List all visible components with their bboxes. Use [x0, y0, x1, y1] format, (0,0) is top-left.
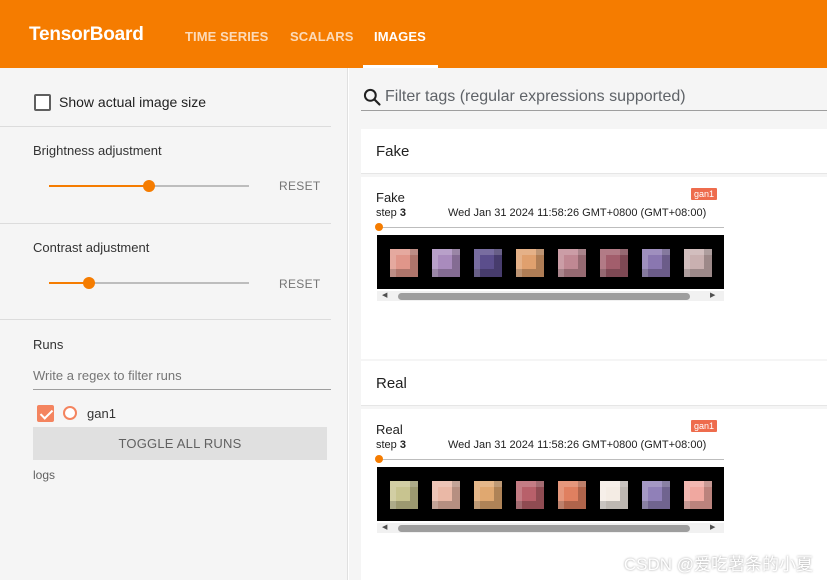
- brand-logo[interactable]: TensorBoard: [29, 24, 144, 46]
- image-thumbnail: [432, 481, 460, 509]
- group-title: Fake: [376, 143, 410, 160]
- image-thumbnail: [474, 481, 502, 509]
- brightness-reset-button[interactable]: RESET: [279, 179, 321, 193]
- group-title: Real: [376, 375, 407, 392]
- image-thumbnail: [516, 249, 544, 277]
- show-actual-size-checkbox[interactable]: [34, 94, 51, 111]
- card-tag: Real: [376, 422, 403, 437]
- timestamp: Wed Jan 31 2024 11:58:26 GMT+0800 (GMT+0…: [448, 207, 707, 219]
- image-thumbnail: [642, 481, 670, 509]
- app-bar: TensorBoard TIME SERIES SCALARS IMAGES: [0, 0, 827, 68]
- show-actual-size-label: Show actual image size: [59, 94, 207, 110]
- image-thumbnail: [684, 481, 712, 509]
- tag-filter-underline: [361, 110, 827, 111]
- search-icon: [363, 88, 381, 106]
- tag-filter-input[interactable]: Filter tags (regular expressions support…: [385, 88, 686, 106]
- brightness-slider-fill: [49, 185, 149, 187]
- card-tag: Fake: [376, 190, 405, 205]
- watermark: CSDN @爱吃薯条的小夏: [623, 555, 813, 574]
- contrast-label: Contrast adjustment: [33, 240, 150, 255]
- run-chip: gan1: [691, 420, 718, 432]
- run-chip: gan1: [691, 188, 718, 200]
- tab-time-series[interactable]: TIME SERIES: [185, 29, 268, 44]
- divider: [0, 126, 331, 127]
- image-thumbnail: [432, 249, 460, 277]
- image-strip[interactable]: [377, 235, 724, 289]
- timestamp: Wed Jan 31 2024 11:58:26 GMT+0800 (GMT+0…: [448, 439, 707, 451]
- step-slider-thumb[interactable]: [375, 223, 383, 231]
- step-readout: step 3: [376, 439, 406, 451]
- scroll-left-arrow-icon[interactable]: ◀: [382, 523, 387, 533]
- image-thumbnail: [390, 481, 418, 509]
- tab-images[interactable]: IMAGES: [374, 29, 426, 44]
- brightness-label: Brightness adjustment: [33, 143, 162, 158]
- scroll-right-arrow-icon[interactable]: ▶: [710, 523, 715, 533]
- image-thumbnail: [516, 481, 544, 509]
- image-thumbnail: [600, 249, 628, 277]
- divider: [0, 319, 331, 320]
- run-color-circle[interactable]: [63, 406, 77, 420]
- logdir-label: logs: [33, 468, 56, 482]
- scroll-right-arrow-icon[interactable]: ▶: [710, 291, 715, 301]
- run-filter-input[interactable]: Write a regex to filter runs: [33, 366, 331, 390]
- contrast-reset-button[interactable]: RESET: [279, 277, 321, 291]
- image-thumbnail: [474, 249, 502, 277]
- brightness-slider-thumb[interactable]: [143, 180, 155, 192]
- scroll-left-arrow-icon[interactable]: ◀: [382, 291, 387, 301]
- image-thumbnail: [642, 249, 670, 277]
- group-header-real[interactable]: Real: [361, 361, 827, 406]
- step-slider-track[interactable]: [378, 227, 724, 228]
- group-header-fake[interactable]: Fake: [361, 129, 827, 174]
- horizontal-scrollbar[interactable]: ◀ ▶: [377, 523, 724, 533]
- horizontal-scrollbar[interactable]: ◀ ▶: [377, 291, 724, 301]
- image-card-fake: Fake gan1 step 3 Wed Jan 31 2024 11:58:2…: [361, 177, 827, 359]
- image-thumbnail: [558, 481, 586, 509]
- image-strip[interactable]: [377, 467, 724, 521]
- step-slider-track[interactable]: [378, 459, 724, 460]
- scrollbar-thumb[interactable]: [398, 293, 690, 300]
- step-readout: step 3: [376, 207, 406, 219]
- image-thumbnail: [684, 249, 712, 277]
- divider: [0, 223, 331, 224]
- settings-sidebar: Show actual image size Brightness adjust…: [0, 68, 348, 580]
- run-checkbox-gan1[interactable]: [37, 405, 54, 422]
- image-thumbnail: [600, 481, 628, 509]
- scrollbar-thumb[interactable]: [398, 525, 690, 532]
- step-slider-thumb[interactable]: [375, 455, 383, 463]
- runs-title: Runs: [33, 337, 64, 352]
- toggle-all-runs-button[interactable]: TOGGLE ALL RUNS: [33, 427, 327, 460]
- image-thumbnail: [558, 249, 586, 277]
- run-name-gan1: gan1: [87, 406, 116, 421]
- image-thumbnail: [390, 249, 418, 277]
- contrast-slider-thumb[interactable]: [83, 277, 95, 289]
- tab-scalars[interactable]: SCALARS: [290, 29, 354, 44]
